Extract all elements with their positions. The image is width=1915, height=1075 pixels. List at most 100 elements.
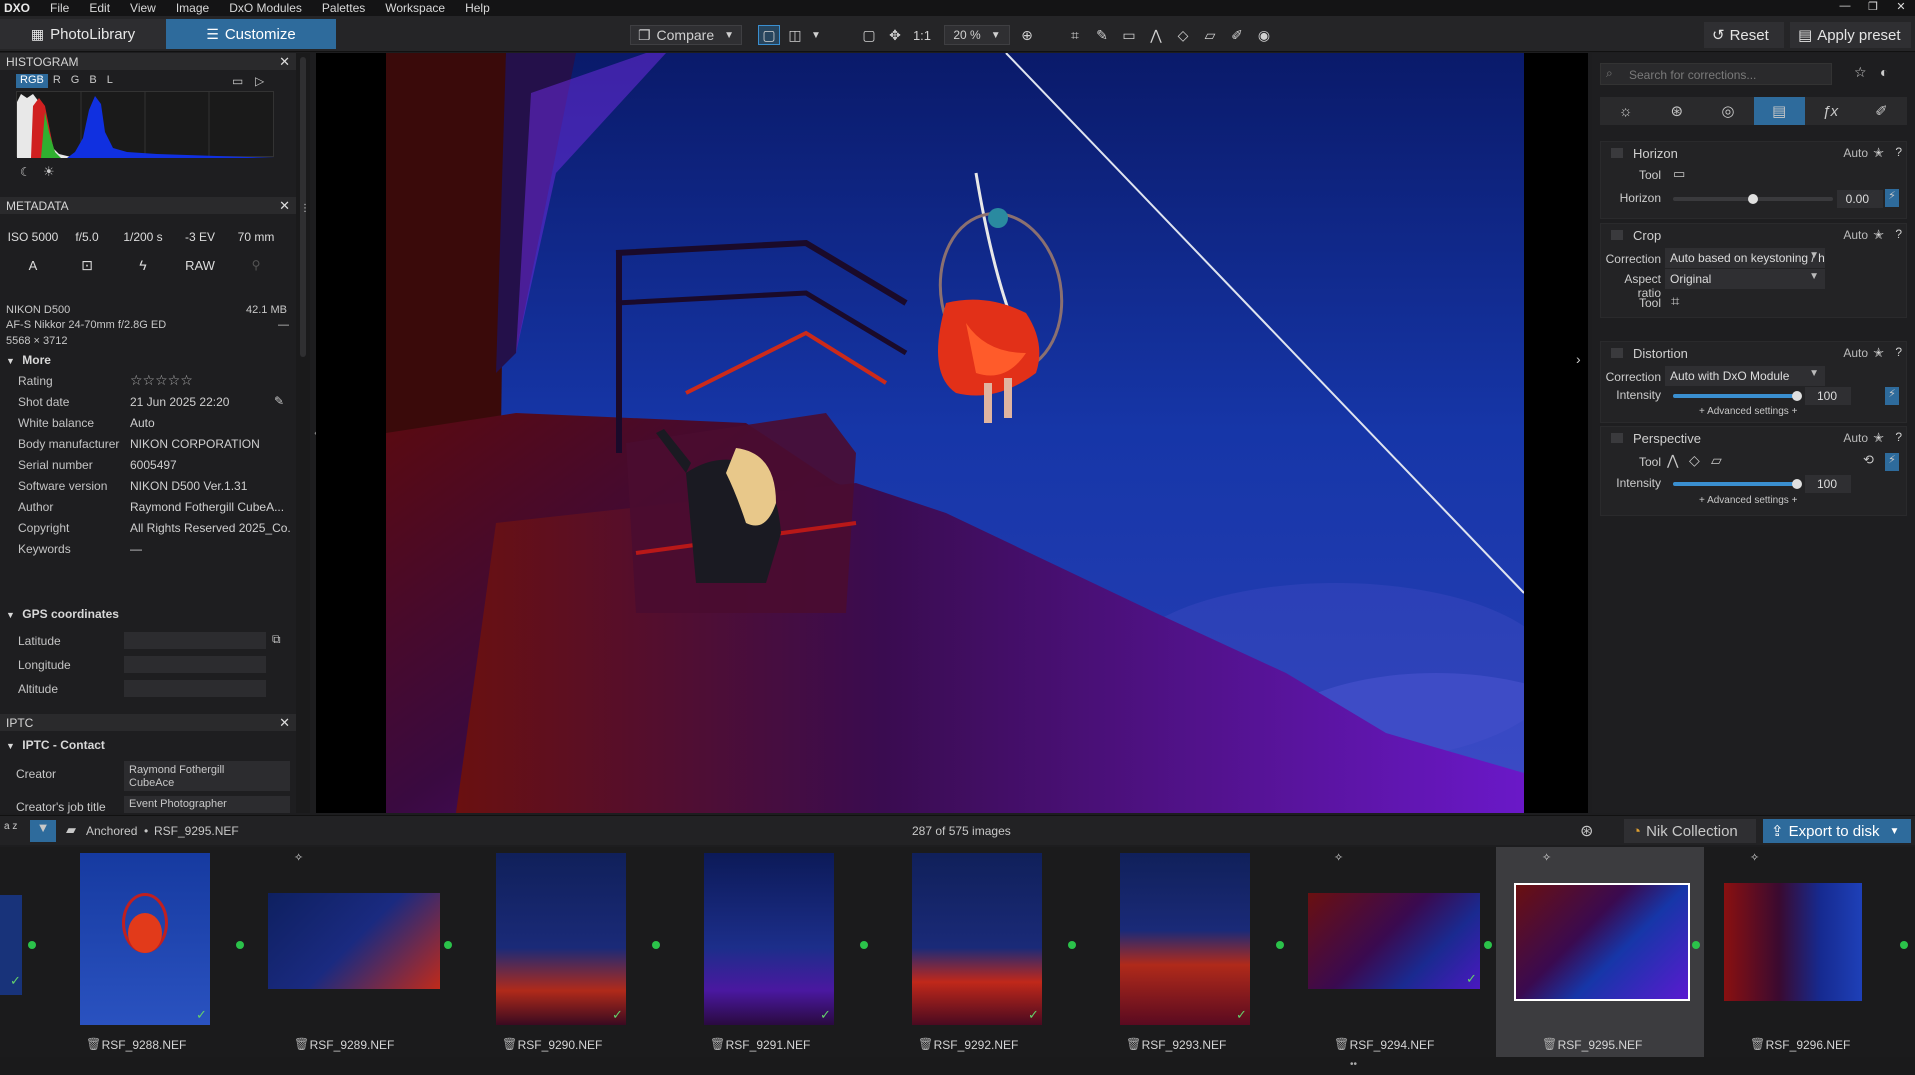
distortion-advanced-settings[interactable]: + Advanced settings +: [1699, 406, 1797, 417]
star-icon[interactable]: ✭: [1873, 145, 1884, 161]
perspective-tool-button[interactable]: ⋀: [1145, 25, 1167, 45]
thumbnail-item[interactable]: ✧ ★★★★★ ✓ 🗑 RSF_9293.NEF: [1080, 847, 1288, 1057]
apply-preset-button[interactable]: ▤ Apply preset: [1790, 22, 1911, 48]
restore-icon[interactable]: ❐: [1859, 0, 1887, 13]
horizon-value[interactable]: 0.00: [1837, 190, 1883, 208]
rating-stars[interactable]: ☆☆☆☆☆: [130, 372, 290, 389]
channel-g[interactable]: G: [66, 74, 85, 88]
left-panel-scrollbar[interactable]: ⋮: [296, 53, 310, 813]
sort-button[interactable]: a z: [4, 822, 18, 832]
single-view-button[interactable]: ▢: [758, 25, 780, 45]
distortion-correction-select[interactable]: Auto with DxO Module ▼: [1665, 366, 1825, 386]
enable-checkbox[interactable]: [1611, 230, 1623, 240]
star-icon[interactable]: ✭: [1873, 345, 1884, 361]
perspective-header[interactable]: Perspective Auto ✭ ?: [1601, 427, 1908, 449]
channel-rgb[interactable]: RGB: [16, 74, 48, 88]
thumbnail-item[interactable]: ✧ ★★★★★ ✓ 🗑 RSF_9292.NEF: [872, 847, 1080, 1057]
thumbnail-item[interactable]: ✧ ★★★★★ ✓ 🗑 RSF_9290.NEF: [456, 847, 664, 1057]
horizon-header[interactable]: Horizon Auto ✭ ?: [1601, 142, 1908, 164]
preview-toggle-button[interactable]: ◉: [1253, 25, 1275, 45]
sync-icon[interactable]: ⊛: [1580, 821, 1593, 841]
star-icon[interactable]: ✭: [1873, 227, 1884, 243]
help-icon[interactable]: ?: [1895, 145, 1902, 159]
magic-wand-icon[interactable]: ⚡: [1885, 387, 1899, 405]
channel-r[interactable]: R: [48, 74, 66, 88]
crop-correction-select[interactable]: Auto based on keystoning / h... ▼: [1665, 248, 1825, 268]
filter-icon[interactable]: ▼: [30, 820, 56, 842]
zoom-select[interactable]: 20 % ▼: [944, 25, 1010, 45]
highlight-clip-icon[interactable]: ☀: [43, 164, 55, 180]
view-menu-chevron-icon[interactable]: ▼: [808, 25, 824, 45]
perspective-intensity-value[interactable]: 100: [1805, 475, 1851, 493]
channel-b[interactable]: B: [84, 74, 101, 88]
map-icon[interactable]: ⧉: [272, 632, 281, 647]
tab-color[interactable]: ⊛: [1651, 97, 1702, 125]
menu-view[interactable]: View: [120, 1, 166, 15]
more-section-toggle[interactable]: ▼ More: [0, 353, 51, 367]
help-icon[interactable]: ?: [1895, 345, 1902, 359]
distortion-intensity-knob[interactable]: [1792, 391, 1802, 401]
repair-tool-button[interactable]: ✐: [1226, 25, 1248, 45]
monitor-icon[interactable]: ▭: [232, 74, 243, 88]
perspective-rect-button[interactable]: ▱: [1199, 25, 1221, 45]
latitude-field[interactable]: [124, 632, 266, 649]
reset-button[interactable]: ↺ Reset: [1704, 22, 1784, 48]
tab-light[interactable]: ☼: [1600, 97, 1651, 125]
perspective-advanced-settings[interactable]: + Advanced settings +: [1699, 495, 1797, 506]
help-icon[interactable]: ?: [1895, 430, 1902, 444]
thumbnail-item[interactable]: ✧ ★★★★★ ✓ 🗑 RSF_9294.NEF: [1288, 847, 1496, 1057]
nik-collection-button[interactable]: ◔ Nik Collection: [1624, 819, 1756, 843]
enable-checkbox[interactable]: [1611, 433, 1623, 443]
altitude-field[interactable]: [124, 680, 266, 697]
magic-wand-icon[interactable]: ⚡: [1885, 453, 1899, 471]
zoom-1to1-button[interactable]: 1:1: [910, 25, 934, 45]
tab-effects[interactable]: ƒx: [1805, 97, 1856, 125]
channel-l[interactable]: L: [102, 74, 118, 88]
magic-wand-icon[interactable]: ⚡: [1885, 189, 1899, 207]
tab-photolibrary[interactable]: ▦ PhotoLibrary: [0, 19, 166, 49]
close-icon[interactable]: ✕: [279, 198, 290, 214]
filmstrip-scrollbar[interactable]: ••: [0, 1057, 1915, 1075]
horizon-slider-knob[interactable]: [1748, 194, 1758, 204]
perspective-2pt-icon[interactable]: ⋀: [1667, 452, 1678, 469]
perspective-4pt-icon[interactable]: ◇: [1689, 452, 1700, 469]
horizon-tool-icon[interactable]: ▭: [1673, 166, 1685, 182]
menu-dxo-modules[interactable]: DxO Modules: [219, 1, 312, 15]
distortion-header[interactable]: Distortion Auto ✭ ?: [1601, 342, 1908, 364]
star-icon[interactable]: ✭: [1873, 430, 1884, 446]
thumbnail-item[interactable]: ✧ ★★★★★ ✓ 🗑 RSF_9288.NEF: [40, 847, 248, 1057]
move-tool-button[interactable]: ✥: [884, 25, 906, 45]
aspect-ratio-select[interactable]: Original ▼: [1665, 269, 1825, 289]
gps-section-toggle[interactable]: ▼ GPS coordinates: [0, 607, 119, 621]
tab-detail[interactable]: ◎: [1702, 97, 1753, 125]
menu-help[interactable]: Help: [455, 1, 500, 15]
resize-handle-icon[interactable]: ••: [1350, 1059, 1357, 1070]
auto-label[interactable]: Auto: [1843, 228, 1868, 242]
crop-icon[interactable]: ⌗: [1671, 293, 1679, 310]
drag-handle-icon[interactable]: ⋮: [300, 203, 310, 214]
thumbnail-item[interactable]: ✧ ★★★★★ ✓ 🗑 RSF_9291.NEF: [664, 847, 872, 1057]
crop-tool-button[interactable]: ⌗: [1064, 25, 1086, 45]
pencil-icon[interactable]: ✎: [274, 394, 284, 408]
menu-workspace[interactable]: Workspace: [375, 1, 455, 15]
tab-customize[interactable]: ☰ Customize: [166, 19, 336, 49]
export-to-disk-button[interactable]: ⇪ Export to disk ▼: [1763, 819, 1911, 843]
menu-image[interactable]: Image: [166, 1, 219, 15]
perspective-rect-icon[interactable]: ▱: [1711, 452, 1722, 469]
menu-edit[interactable]: Edit: [79, 1, 120, 15]
rotate-icon[interactable]: ⟲: [1863, 452, 1874, 468]
menu-palettes[interactable]: Palettes: [312, 1, 375, 15]
thumbnail-item[interactable]: ✧ ★★★★★ 🗑 RSF_9296.NEF: [1704, 847, 1912, 1057]
perspective-4pt-button[interactable]: ◇: [1172, 25, 1194, 45]
job-title-field[interactable]: Event Photographer: [124, 796, 290, 813]
horizon-tool-button[interactable]: ▭: [1118, 25, 1140, 45]
compare-button[interactable]: ❐ Compare ▼: [630, 25, 742, 45]
close-icon[interactable]: ✕: [279, 54, 290, 70]
creator-field[interactable]: Raymond Fothergill CubeAce: [124, 761, 290, 791]
white-balance-picker-button[interactable]: ✎: [1091, 25, 1113, 45]
search-corrections-input[interactable]: Search for corrections...: [1600, 63, 1832, 85]
thumbnail-item-selected[interactable]: ✧ ★★★★★ 🗑 RSF_9295.NEF: [1496, 847, 1704, 1057]
tab-local[interactable]: ✐: [1856, 97, 1907, 125]
auto-label[interactable]: Auto: [1843, 431, 1868, 445]
close-icon[interactable]: ✕: [279, 715, 290, 731]
